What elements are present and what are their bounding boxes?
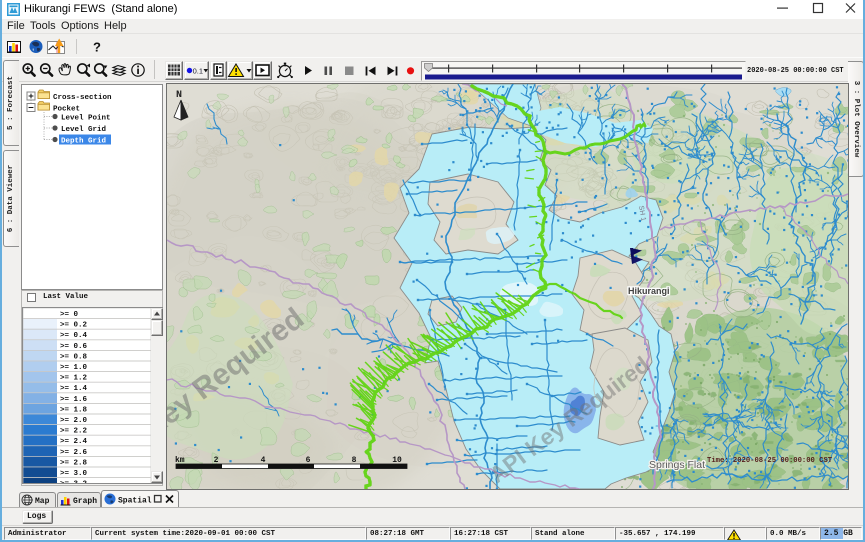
svg-text:>= 2.6: >= 2.6 [60, 449, 88, 457]
svg-text:Hikurangi: Hikurangi [628, 286, 670, 296]
svg-text:Level Point: Level Point [61, 115, 111, 123]
svg-text:Map: Map [35, 497, 50, 506]
svg-text:Graph: Graph [73, 497, 97, 506]
svg-text:>= 3.0: >= 3.0 [60, 470, 88, 478]
svg-text:N: N [176, 90, 182, 101]
svg-text:>= 0.6: >= 0.6 [60, 343, 88, 351]
svg-text:>= 0.2: >= 0.2 [60, 322, 88, 330]
svg-text:>= 0: >= 0 [60, 311, 79, 319]
svg-text:Level Grid: Level Grid [61, 126, 106, 134]
svg-text:Time: 2020-08-25 00:00:00 CST: Time: 2020-08-25 00:00:00 CST [707, 457, 833, 465]
svg-text:Springs Flat: Springs Flat [649, 459, 705, 471]
svg-text:Cross-section: Cross-section [53, 94, 112, 102]
svg-text:>= 1.2: >= 1.2 [60, 375, 88, 383]
svg-text:Spatial: Spatial [118, 497, 152, 506]
svg-text:>= 2.0: >= 2.0 [60, 417, 88, 425]
svg-text:>= 1.6: >= 1.6 [60, 396, 88, 404]
svg-text:?: ? [93, 40, 101, 55]
svg-text:>= 1.0: >= 1.0 [60, 364, 88, 372]
svg-text:>= 0.4: >= 0.4 [60, 332, 88, 340]
svg-text:>= 2.8: >= 2.8 [60, 459, 88, 467]
svg-text:>= 1.8: >= 1.8 [60, 406, 88, 414]
svg-text:>= 2.2: >= 2.2 [60, 428, 88, 436]
svg-text:>= 3.2: >= 3.2 [60, 481, 88, 483]
svg-text:Pocket: Pocket [53, 106, 80, 114]
svg-text:>= 1.4: >= 1.4 [60, 385, 88, 393]
svg-text:>= 0.8: >= 0.8 [60, 353, 88, 361]
svg-text:0.1: 0.1 [193, 66, 203, 75]
svg-text:>= 2.4: >= 2.4 [60, 438, 88, 446]
svg-text:Depth Grid: Depth Grid [61, 138, 106, 146]
